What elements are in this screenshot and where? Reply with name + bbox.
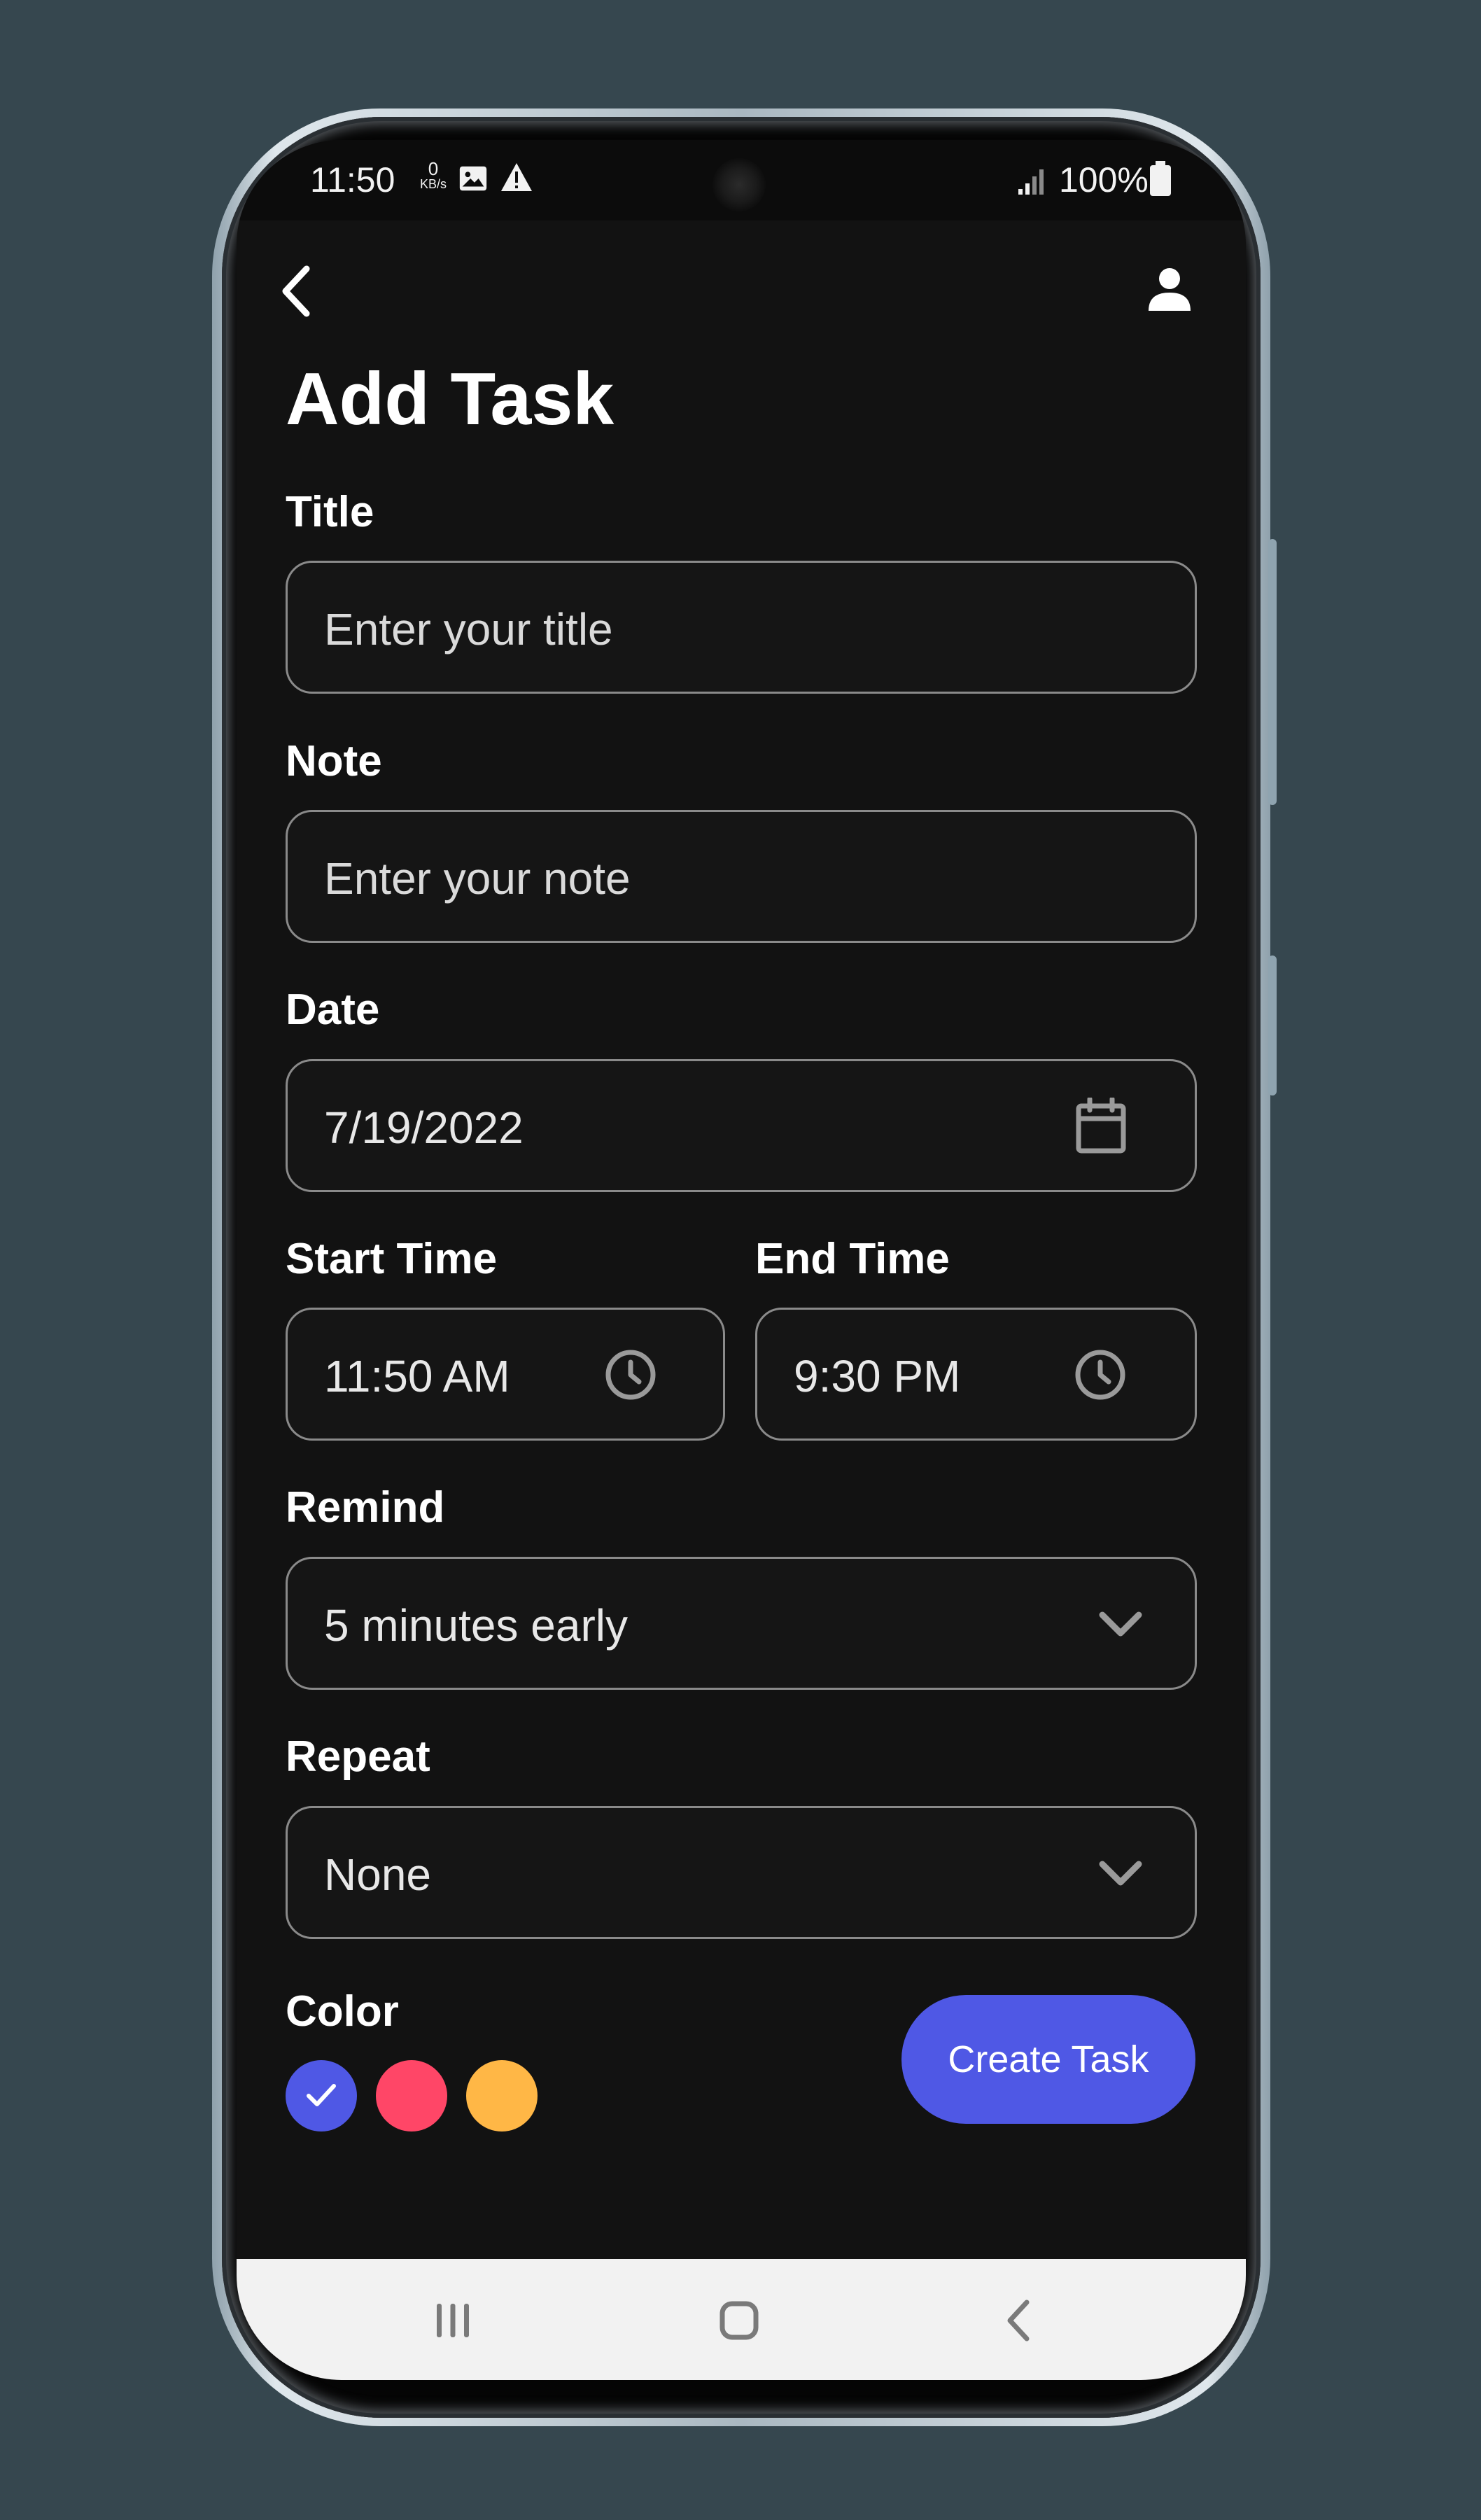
remind-dropdown[interactable]: 5 minutes early bbox=[286, 1557, 1197, 1690]
date-label: Date bbox=[286, 986, 380, 1034]
start-time-value: 11:50 AM bbox=[324, 1351, 510, 1401]
repeat-label: Repeat bbox=[286, 1732, 430, 1781]
power-button bbox=[1268, 539, 1277, 805]
remind-label: Remind bbox=[286, 1483, 445, 1532]
chevron-down-icon[interactable] bbox=[1098, 1860, 1143, 1888]
status-bar: 11:50 0 KB/s 100% bbox=[237, 140, 1246, 220]
title-input[interactable]: Enter your title bbox=[286, 561, 1197, 694]
repeat-dropdown[interactable]: None bbox=[286, 1806, 1197, 1939]
color-label: Color bbox=[286, 1987, 399, 2036]
clock-icon[interactable] bbox=[604, 1348, 657, 1401]
battery-percent: 100% bbox=[1059, 160, 1149, 200]
create-task-button[interactable]: Create Task bbox=[901, 1995, 1195, 2124]
person-icon[interactable] bbox=[1149, 266, 1191, 311]
calendar-icon[interactable] bbox=[1074, 1098, 1128, 1155]
start-time-label: Start Time bbox=[286, 1235, 498, 1283]
home-icon[interactable] bbox=[718, 2300, 760, 2342]
remind-value: 5 minutes early bbox=[324, 1600, 628, 1651]
end-time-field[interactable]: 9:30 PM bbox=[755, 1308, 1197, 1441]
title-label: Title bbox=[286, 488, 374, 536]
note-placeholder: Enter your note bbox=[324, 853, 631, 904]
chevron-down-icon[interactable] bbox=[1098, 1611, 1143, 1639]
check-icon bbox=[307, 2084, 336, 2106]
clock-icon[interactable] bbox=[1074, 1348, 1127, 1401]
network-speed-value: 0 bbox=[428, 158, 439, 179]
volume-button bbox=[1268, 955, 1277, 1096]
status-time: 11:50 bbox=[310, 160, 395, 200]
network-speed-unit: KB/s bbox=[420, 177, 447, 191]
repeat-value: None bbox=[324, 1849, 431, 1900]
page-title: Add Task bbox=[286, 358, 615, 440]
back-icon[interactable] bbox=[1004, 2298, 1032, 2343]
end-time-label: End Time bbox=[755, 1235, 950, 1283]
color-swatch-red[interactable] bbox=[376, 2060, 447, 2132]
network-speed: 0 KB/s bbox=[420, 160, 447, 190]
end-time-value: 9:30 PM bbox=[794, 1351, 961, 1401]
start-time-field[interactable]: 11:50 AM bbox=[286, 1308, 725, 1441]
image-icon bbox=[459, 166, 487, 191]
date-value: 7/19/2022 bbox=[324, 1102, 524, 1153]
recent-apps-icon[interactable] bbox=[434, 2301, 472, 2340]
battery-icon bbox=[1150, 161, 1171, 196]
warning-icon bbox=[501, 163, 532, 191]
front-camera bbox=[713, 158, 766, 211]
note-input[interactable]: Enter your note bbox=[286, 810, 1197, 943]
navigation-bar bbox=[237, 2259, 1246, 2380]
color-swatch-blue[interactable] bbox=[286, 2060, 357, 2132]
signal-icon bbox=[1018, 169, 1044, 195]
title-placeholder: Enter your title bbox=[324, 604, 613, 654]
note-label: Note bbox=[286, 737, 382, 785]
app-screen: 11:50 0 KB/s 100% Add Task Title Enter y… bbox=[237, 140, 1246, 2380]
date-field[interactable]: 7/19/2022 bbox=[286, 1059, 1197, 1192]
color-swatch-orange[interactable] bbox=[466, 2060, 538, 2132]
back-icon[interactable] bbox=[279, 265, 314, 318]
